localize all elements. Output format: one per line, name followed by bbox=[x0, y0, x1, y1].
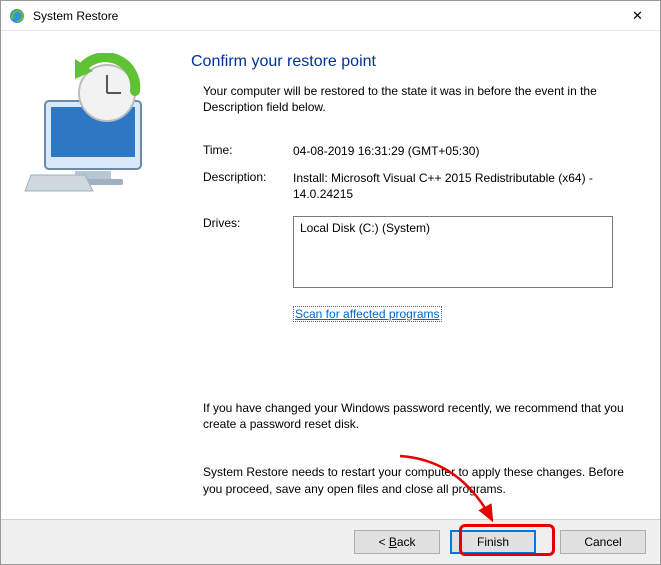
description-row: Description: Install: Microsoft Visual C… bbox=[203, 170, 632, 202]
close-icon: ✕ bbox=[632, 8, 643, 24]
restart-warning: System Restore needs to restart your com… bbox=[203, 464, 632, 496]
scan-affected-link[interactable]: Scan for affected programs bbox=[293, 306, 442, 322]
drives-row: Drives: Local Disk (C:) (System) bbox=[203, 216, 632, 288]
time-label: Time: bbox=[203, 143, 293, 159]
system-restore-icon bbox=[9, 8, 25, 24]
titlebar: System Restore ✕ bbox=[1, 1, 660, 31]
drives-label: Drives: bbox=[203, 216, 293, 288]
window-title: System Restore bbox=[33, 9, 615, 23]
system-restore-graphic bbox=[15, 192, 165, 206]
sidebar bbox=[1, 31, 181, 519]
back-button[interactable]: < Back bbox=[354, 530, 440, 554]
page-subtext: Your computer will be restored to the st… bbox=[203, 83, 632, 115]
close-button[interactable]: ✕ bbox=[615, 1, 660, 31]
page-heading: Confirm your restore point bbox=[191, 53, 632, 71]
password-warning: If you have changed your Windows passwor… bbox=[203, 400, 632, 432]
system-restore-window: System Restore ✕ bbox=[0, 0, 661, 565]
drives-listbox[interactable]: Local Disk (C:) (System) bbox=[293, 216, 613, 288]
drives-item[interactable]: Local Disk (C:) (System) bbox=[300, 221, 606, 235]
dialog-body: Confirm your restore point Your computer… bbox=[1, 31, 660, 519]
time-row: Time: 04-08-2019 16:31:29 (GMT+05:30) bbox=[203, 143, 632, 159]
main-panel: Confirm your restore point Your computer… bbox=[181, 31, 660, 519]
footer-buttons: < Back Finish Cancel bbox=[1, 519, 660, 564]
description-value: Install: Microsoft Visual C++ 2015 Redis… bbox=[293, 170, 632, 202]
finish-button[interactable]: Finish bbox=[450, 530, 536, 554]
time-value: 04-08-2019 16:31:29 (GMT+05:30) bbox=[293, 143, 632, 159]
description-label: Description: bbox=[203, 170, 293, 202]
cancel-button[interactable]: Cancel bbox=[560, 530, 646, 554]
